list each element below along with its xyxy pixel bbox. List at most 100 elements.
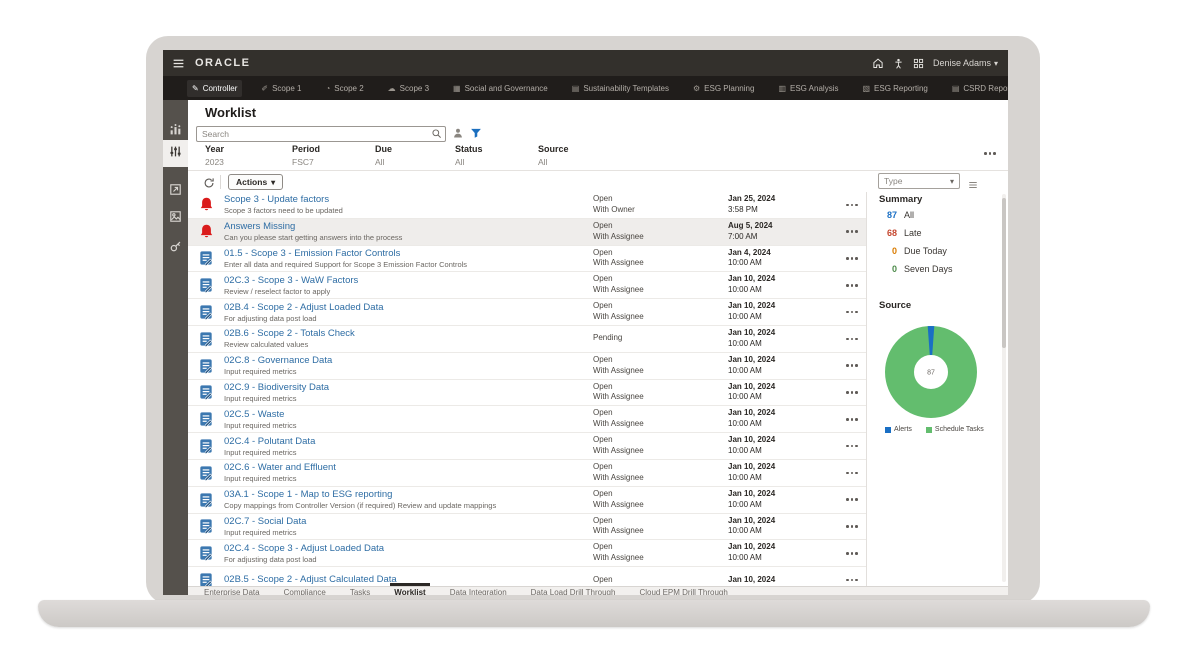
table-row[interactable]: 02C.4 - Polutant DataInput required metr…	[188, 433, 866, 460]
task-icon	[188, 331, 224, 347]
filter-overflow-icon[interactable]	[984, 152, 996, 155]
table-row[interactable]: 02B.6 - Scope 2 - Totals CheckReview cal…	[188, 326, 866, 353]
due-time: 10:00 AM	[728, 553, 838, 564]
rail-item-snapshot[interactable]	[163, 205, 188, 232]
type-select[interactable]: Type	[878, 173, 960, 189]
summary-item-late[interactable]: 68Late	[867, 224, 1008, 242]
table-row[interactable]: 03A.1 - Scope 1 - Map to ESG reportingCo…	[188, 487, 866, 514]
row-overflow-icon[interactable]	[846, 418, 858, 421]
bottom-tab-data-integration[interactable]: Data Integration	[450, 587, 507, 595]
task-title-link[interactable]: 02B.4 - Scope 2 - Adjust Loaded Data	[224, 302, 587, 313]
user-menu[interactable]: Denise Adams	[933, 58, 998, 68]
app-grid-icon[interactable]	[913, 58, 924, 69]
task-title-link[interactable]: 02C.4 - Polutant Data	[224, 436, 587, 447]
bottom-tab-data-load-drill-through[interactable]: Data Load Drill Through	[531, 587, 616, 595]
filter-value[interactable]: All	[538, 157, 738, 167]
row-overflow-icon[interactable]	[846, 338, 858, 341]
search-input[interactable]	[196, 126, 446, 142]
task-title-link[interactable]: 02B.6 - Scope 2 - Totals Check	[224, 328, 587, 339]
table-row[interactable]: Answers MissingCan you please start gett…	[188, 219, 866, 246]
summary-item-seven-days[interactable]: 0Seven Days	[867, 260, 1008, 278]
rail-item-worklist[interactable]	[163, 140, 188, 167]
row-overflow-icon[interactable]	[846, 311, 858, 314]
row-overflow-icon[interactable]	[846, 445, 858, 448]
row-overflow-icon[interactable]	[846, 472, 858, 475]
home-icon[interactable]	[872, 57, 884, 69]
table-row[interactable]: 02C.8 - Governance DataInput required me…	[188, 353, 866, 380]
task-title-link[interactable]: 02C.8 - Governance Data	[224, 355, 587, 366]
tab-csrd-reports[interactable]: ▤CSRD Reports	[947, 80, 1008, 97]
row-overflow-icon[interactable]	[846, 525, 858, 528]
rail-item-drill[interactable]	[163, 178, 188, 205]
filter-value[interactable]: FSC7	[292, 157, 375, 167]
table-row[interactable]: 02C.6 - Water and EffluentInput required…	[188, 460, 866, 487]
bottom-tab-tasks[interactable]: Tasks	[350, 587, 370, 595]
task-due: Jan 10, 202410:00 AM	[728, 408, 838, 430]
table-row[interactable]: 02C.5 - WasteInput required metricsOpenW…	[188, 406, 866, 433]
tab-sustainability-templates[interactable]: ▤Sustainability Templates	[567, 80, 674, 97]
user-filter-icon[interactable]	[452, 126, 464, 144]
rail-item-key[interactable]	[163, 235, 188, 262]
scope1-icon: ✐	[261, 84, 268, 93]
task-subtitle: Input required metrics	[224, 528, 587, 537]
task-due: Jan 10, 202410:00 AM	[728, 355, 838, 377]
task-title-link[interactable]: 02C.9 - Biodiversity Data	[224, 382, 587, 393]
task-title-link[interactable]: 02C.5 - Waste	[224, 409, 587, 420]
filter-value[interactable]: All	[375, 157, 455, 167]
task-title-link[interactable]: 01.5 - Scope 3 - Emission Factor Control…	[224, 248, 587, 259]
tab-social-and-governance[interactable]: ▦Social and Governance	[448, 80, 553, 97]
hamburger-menu-icon[interactable]	[172, 57, 185, 70]
filter-value[interactable]: All	[455, 157, 538, 167]
bottom-tab-compliance[interactable]: Compliance	[284, 587, 326, 595]
row-actions	[838, 284, 866, 287]
table-row[interactable]: 02C.7 - Social DataInput required metric…	[188, 514, 866, 541]
tab-esg-planning[interactable]: ⚙ESG Planning	[688, 80, 759, 97]
row-overflow-icon[interactable]	[846, 204, 858, 207]
row-overflow-icon[interactable]	[846, 579, 858, 582]
filter-funnel-icon[interactable]	[470, 126, 482, 144]
table-row[interactable]: 02B.4 - Scope 2 - Adjust Loaded DataFor …	[188, 299, 866, 326]
summary-count: 68	[867, 228, 897, 238]
tab-scope-2[interactable]: ◔Scope 2	[320, 80, 368, 97]
tab-esg-analysis[interactable]: ▥ESG Analysis	[773, 80, 843, 97]
task-title-link[interactable]: Scope 3 - Update factors	[224, 194, 587, 205]
row-overflow-icon[interactable]	[846, 498, 858, 501]
table-row[interactable]: 01.5 - Scope 3 - Emission Factor Control…	[188, 246, 866, 273]
task-title-link[interactable]: 02C.7 - Social Data	[224, 516, 587, 527]
tab-scope-3[interactable]: ☁Scope 3	[383, 80, 434, 97]
task-title-link[interactable]: Answers Missing	[224, 221, 587, 232]
task-title-link[interactable]: 02C.4 - Scope 3 - Adjust Loaded Data	[224, 543, 587, 554]
tab-controller[interactable]: ✎Controller	[187, 80, 242, 97]
filter-value[interactable]: 2023	[205, 157, 292, 167]
task-title-link[interactable]: 03A.1 - Scope 1 - Map to ESG reporting	[224, 489, 587, 500]
bottom-tab-cloud-epm-drill-through[interactable]: Cloud EPM Drill Through	[639, 587, 727, 595]
row-overflow-icon[interactable]	[846, 364, 858, 367]
table-row[interactable]: Scope 3 - Update factorsScope 3 factors …	[188, 192, 866, 219]
table-row[interactable]: 02B.5 - Scope 2 - Adjust Calculated Data…	[188, 567, 866, 586]
tab-scope-1[interactable]: ✐Scope 1	[256, 80, 306, 97]
row-overflow-icon[interactable]	[846, 552, 858, 555]
task-title-link[interactable]: 02C.6 - Water and Effluent	[224, 462, 587, 473]
status-value: Open	[593, 221, 728, 232]
tab-esg-reporting[interactable]: ▧ESG Reporting	[857, 80, 932, 97]
summary-item-due-today[interactable]: 0Due Today	[867, 242, 1008, 260]
panel-scrollbar[interactable]	[1002, 194, 1006, 582]
row-overflow-icon[interactable]	[846, 284, 858, 287]
task-title-link[interactable]: 02C.3 - Scope 3 - WaW Factors	[224, 275, 587, 286]
table-row[interactable]: 02C.4 - Scope 3 - Adjust Loaded DataFor …	[188, 540, 866, 567]
row-overflow-icon[interactable]	[846, 257, 858, 260]
templates-icon: ▤	[572, 84, 580, 93]
table-row[interactable]: 02C.9 - Biodiversity DataInput required …	[188, 380, 866, 407]
bottom-tab-enterprise-data[interactable]: Enterprise Data	[204, 587, 260, 595]
bottom-tab-worklist[interactable]: Worklist	[394, 587, 425, 595]
row-overflow-icon[interactable]	[846, 391, 858, 394]
row-overflow-icon[interactable]	[846, 230, 858, 233]
accessibility-icon[interactable]	[893, 58, 904, 69]
due-time: 10:00 AM	[728, 366, 838, 377]
filter-year: Year2023	[205, 144, 292, 167]
summary-item-all[interactable]: 87All	[867, 206, 1008, 224]
actions-button[interactable]: Actions	[228, 174, 283, 190]
source-donut-chart[interactable]: 87	[881, 318, 981, 422]
source-title: Source	[879, 300, 911, 311]
table-row[interactable]: 02C.3 - Scope 3 - WaW FactorsReview / re…	[188, 272, 866, 299]
